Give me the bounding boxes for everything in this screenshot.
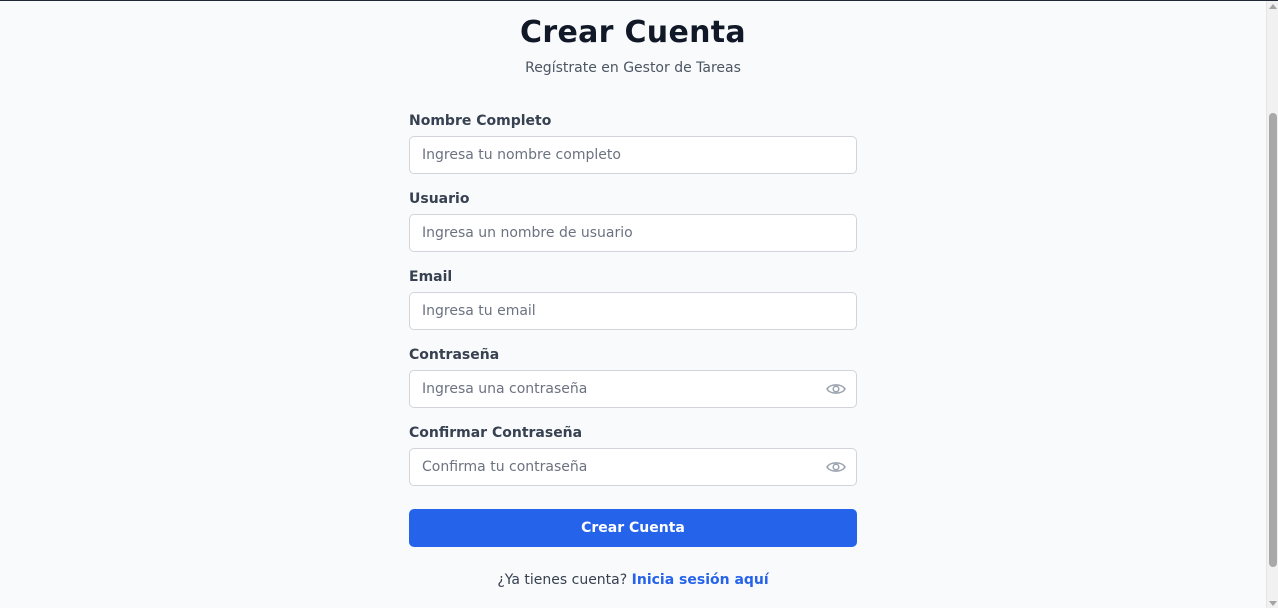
password-label: Contraseña: [409, 347, 500, 363]
username-input[interactable]: [409, 214, 857, 252]
username-input-wrap: [409, 214, 857, 252]
scroll-up-icon[interactable]: [1269, 4, 1277, 9]
login-link[interactable]: Inicia sesión aquí: [632, 572, 769, 588]
register-page: Crear Cuenta Regístrate en Gestor de Tar…: [0, 1, 1266, 608]
username-field: Usuario: [409, 190, 857, 252]
password-field: Contraseña: [409, 346, 857, 408]
email-field: Email: [409, 268, 857, 330]
email-input[interactable]: [409, 292, 857, 330]
vertical-scrollbar[interactable]: [1266, 1, 1278, 608]
password-input[interactable]: [409, 370, 857, 408]
confirm-password-input[interactable]: [409, 448, 857, 486]
full-name-field: Nombre Completo: [409, 112, 857, 174]
create-account-button[interactable]: Crear Cuenta: [409, 509, 857, 547]
full-name-input[interactable]: [409, 136, 857, 174]
page-title: Crear Cuenta: [520, 15, 746, 50]
login-prompt: ¿Ya tienes cuenta? Inicia sesión aquí: [0, 572, 1266, 588]
eye-icon[interactable]: [825, 457, 847, 477]
eye-icon[interactable]: [825, 379, 847, 399]
register-form: Nombre Completo Usuario Email Contraseña: [409, 112, 857, 502]
scroll-thumb[interactable]: [1269, 113, 1277, 567]
full-name-label: Nombre Completo: [409, 113, 552, 129]
username-label: Usuario: [409, 191, 470, 207]
confirm-password-input-wrap: [409, 448, 857, 486]
confirm-password-field: Confirmar Contraseña: [409, 424, 857, 486]
email-input-wrap: [409, 292, 857, 330]
confirm-password-label: Confirmar Contraseña: [409, 425, 583, 441]
email-label: Email: [409, 269, 453, 285]
full-name-input-wrap: [409, 136, 857, 174]
page-subtitle: Regístrate en Gestor de Tareas: [525, 60, 741, 76]
login-prompt-text: ¿Ya tienes cuenta?: [497, 572, 628, 588]
password-input-wrap: [409, 370, 857, 408]
scroll-down-icon[interactable]: [1269, 601, 1277, 606]
